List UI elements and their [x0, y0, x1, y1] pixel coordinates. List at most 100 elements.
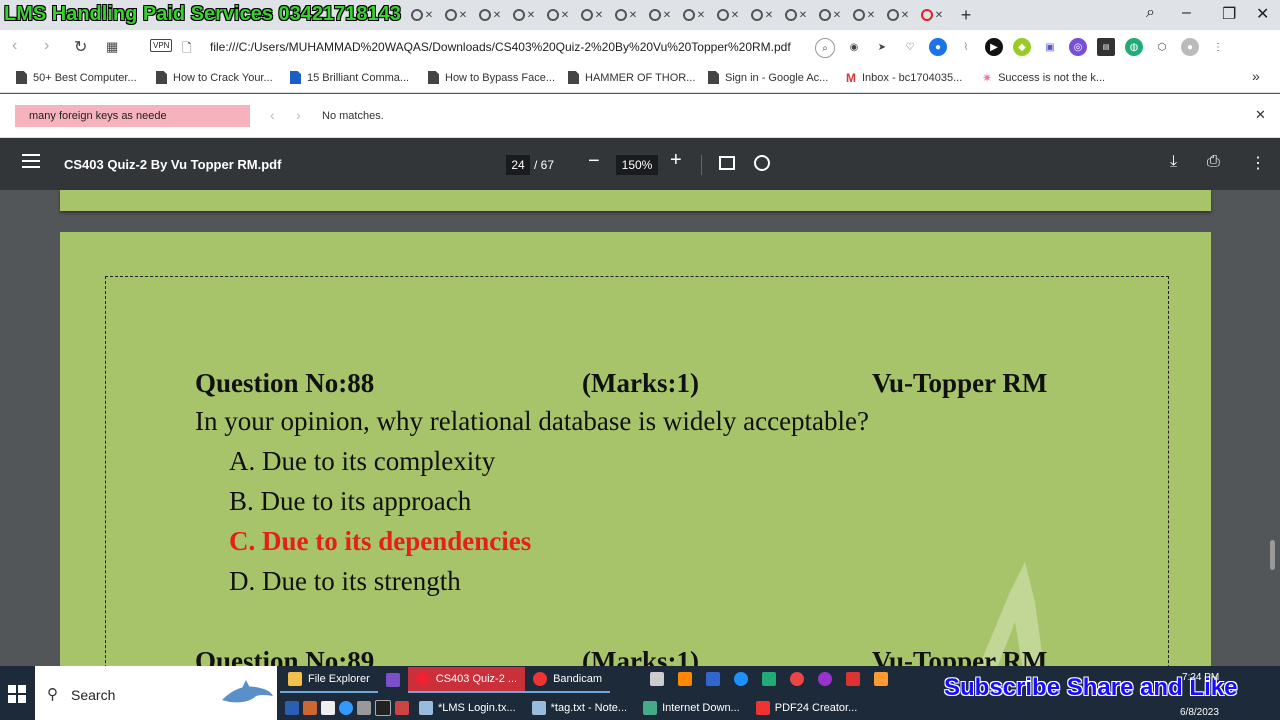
- restore-icon[interactable]: ❐: [1222, 4, 1236, 24]
- browser-tab[interactable]: ✕: [512, 6, 536, 24]
- extension-blue-icon[interactable]: ●: [929, 38, 947, 56]
- pc-icon[interactable]: [375, 700, 391, 716]
- bookmark-item[interactable]: HAMMER OF THOR...: [568, 71, 695, 84]
- pdf-viewer[interactable]: Question No:88 (Marks:1) Vu-Topper RM In…: [0, 190, 1280, 666]
- tab-search-icon[interactable]: ⌕: [1146, 4, 1155, 22]
- browser-tab[interactable]: ✕: [682, 6, 706, 24]
- zoom-in-button[interactable]: +: [670, 149, 682, 172]
- browser-tab[interactable]: ✕: [614, 6, 638, 24]
- bookmark-item[interactable]: 50+ Best Computer...: [16, 71, 137, 84]
- pdf-app-icon[interactable]: [846, 672, 860, 686]
- close-tab-icon[interactable]: ✕: [697, 10, 705, 21]
- app-icon[interactable]: [706, 672, 720, 686]
- close-tab-icon[interactable]: ✕: [765, 10, 773, 21]
- vpn-badge[interactable]: VPN: [150, 39, 173, 52]
- browser-tab[interactable]: ✕: [444, 6, 468, 24]
- tab-grid-icon[interactable]: ▦: [106, 39, 118, 55]
- browser-tab[interactable]: ✕: [852, 6, 876, 24]
- chrome-icon[interactable]: [790, 672, 804, 686]
- reload-icon[interactable]: ↻: [74, 37, 87, 57]
- close-tab-icon[interactable]: ✕: [833, 10, 841, 21]
- zoom-level-input[interactable]: 150%: [616, 155, 658, 175]
- xampp-icon[interactable]: [874, 672, 888, 686]
- app-gray-icon[interactable]: [357, 701, 371, 715]
- extension-leaf-icon[interactable]: ⌇: [957, 38, 975, 56]
- app-green-icon[interactable]: [762, 672, 776, 686]
- browser-tab[interactable]: ✕: [818, 6, 842, 24]
- heart-icon[interactable]: ♡: [901, 38, 919, 56]
- app-purple-icon[interactable]: [818, 672, 832, 686]
- new-tab-button[interactable]: +: [954, 5, 978, 25]
- app-red-icon[interactable]: [395, 701, 409, 715]
- shield-icon[interactable]: [650, 672, 664, 686]
- fit-page-icon[interactable]: [719, 156, 735, 170]
- browser-tab[interactable]: ✕: [478, 6, 502, 24]
- more-bookmarks-icon[interactable]: »: [1252, 68, 1260, 84]
- bookmark-item[interactable]: M Inbox - bc1704035...: [846, 71, 962, 85]
- taskbar-pdf-window[interactable]: CS403 Quiz-2 ...: [407, 667, 526, 693]
- find-next-icon[interactable]: ›: [296, 107, 301, 123]
- start-windows-icon[interactable]: [8, 685, 26, 703]
- find-input[interactable]: [15, 105, 250, 127]
- close-tab-icon[interactable]: ✕: [731, 10, 739, 21]
- close-tab-icon[interactable]: ✕: [561, 10, 569, 21]
- extensions-puzzle-icon[interactable]: ⬡: [1153, 38, 1171, 56]
- close-tab-icon[interactable]: ✕: [595, 10, 603, 21]
- camera-icon[interactable]: ◉: [845, 38, 863, 56]
- taskbar-vs-icon-item[interactable]: [378, 667, 408, 693]
- browser-tab[interactable]: ✕: [784, 6, 808, 24]
- clock-time[interactable]: 7:24 PM: [1182, 672, 1219, 683]
- extension-new-icon[interactable]: ▤: [1097, 38, 1115, 56]
- dosbox-icon[interactable]: [303, 701, 317, 715]
- more-menu-icon[interactable]: ⋮: [1209, 38, 1227, 56]
- url-field[interactable]: file:///C:/Users/MUHAMMAD%20WAQAS/Downlo…: [210, 40, 791, 54]
- taskbar-lms-login[interactable]: *LMS Login.tx...: [413, 701, 522, 715]
- bookmark-item[interactable]: How to Crack Your...: [156, 71, 273, 84]
- browser-tab[interactable]: ✕: [410, 6, 434, 24]
- taskbar-internet-download[interactable]: Internet Down...: [637, 701, 746, 715]
- close-tab-icon[interactable]: ✕: [493, 10, 501, 21]
- browser-tab[interactable]: ✕: [886, 6, 910, 24]
- close-tab-icon[interactable]: ✕: [935, 10, 943, 21]
- close-tab-icon[interactable]: ✕: [901, 10, 909, 21]
- taskbar-pdf24[interactable]: PDF24 Creator...: [750, 701, 864, 715]
- browser-tab[interactable]: ✕: [580, 6, 604, 24]
- vlc-icon[interactable]: [678, 672, 692, 686]
- browser-tab[interactable]: ✕: [920, 6, 944, 24]
- print-icon[interactable]: ⎙: [1207, 153, 1220, 171]
- bookmark-item[interactable]: ✷ Success is not the k...: [982, 71, 1105, 85]
- browser-tab[interactable]: ✕: [716, 6, 740, 24]
- taskbar-search[interactable]: ⚲ Search: [35, 666, 277, 720]
- taskbar-tag-txt[interactable]: *tag.txt - Note...: [526, 701, 633, 715]
- page-number-input[interactable]: 24: [506, 155, 530, 175]
- close-tab-icon[interactable]: ✕: [867, 10, 875, 21]
- extension-grid-icon[interactable]: ▣: [1041, 38, 1059, 56]
- word-icon[interactable]: [285, 701, 299, 715]
- back-arrow-icon[interactable]: ‹: [12, 37, 17, 55]
- close-tab-icon[interactable]: ✕: [425, 10, 433, 21]
- bookmark-item[interactable]: Sign in - Google Ac...: [708, 71, 828, 84]
- find-close-icon[interactable]: ✕: [1255, 107, 1266, 123]
- close-tab-icon[interactable]: ✕: [629, 10, 637, 21]
- close-tab-icon[interactable]: ✕: [459, 10, 467, 21]
- hamburger-menu-icon[interactable]: [22, 154, 40, 172]
- browser-tab[interactable]: ✕: [648, 6, 672, 24]
- extension-purple-icon[interactable]: ◎: [1069, 38, 1087, 56]
- app-blue-icon[interactable]: [339, 701, 353, 715]
- zoom-lens-icon[interactable]: ⌕: [815, 38, 835, 58]
- browser-tab[interactable]: ✕: [750, 6, 774, 24]
- taskbar-file-explorer[interactable]: File Explorer: [280, 667, 378, 693]
- extension-globe-icon[interactable]: ◍: [1125, 38, 1143, 56]
- zoom-out-button[interactable]: −: [588, 150, 600, 173]
- close-window-icon[interactable]: ✕: [1256, 4, 1269, 24]
- more-options-icon[interactable]: ⋮: [1250, 153, 1266, 173]
- taskbar-bandicam[interactable]: Bandicam: [525, 667, 610, 693]
- close-tab-icon[interactable]: ✕: [663, 10, 671, 21]
- minimize-icon[interactable]: –: [1182, 4, 1191, 22]
- close-tab-icon[interactable]: ✕: [799, 10, 807, 21]
- edge-icon[interactable]: [734, 672, 748, 686]
- send-icon[interactable]: ➤: [873, 38, 891, 56]
- extension-play-icon[interactable]: ▶: [985, 38, 1003, 56]
- profile-avatar[interactable]: ●: [1181, 38, 1199, 56]
- download-icon[interactable]: ⤓: [1170, 153, 1177, 171]
